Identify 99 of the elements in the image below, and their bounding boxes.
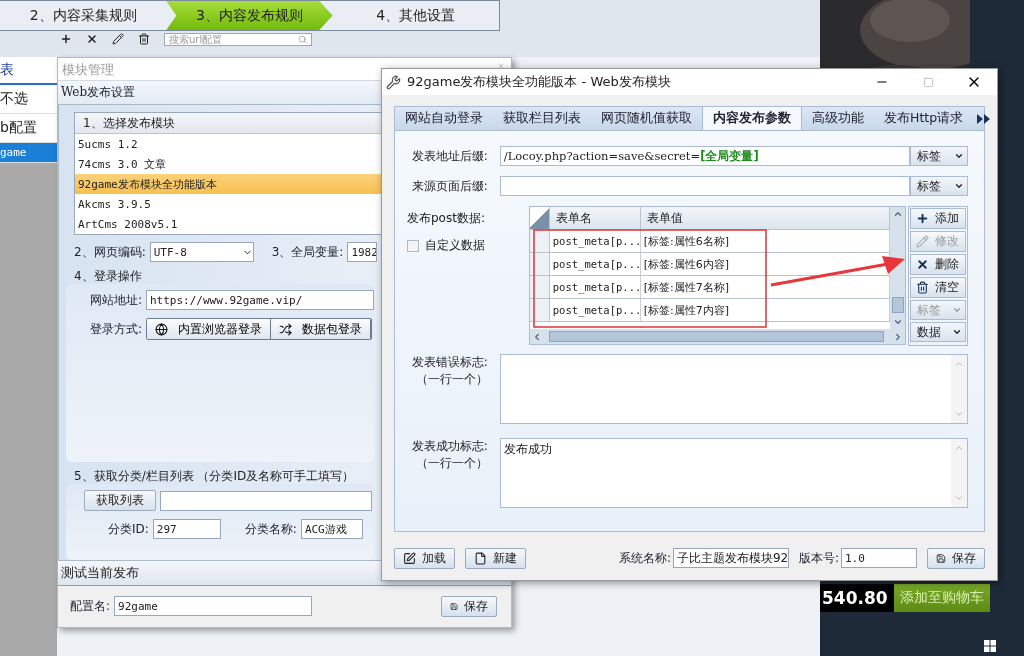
select-all-corner[interactable] — [529, 207, 550, 229]
encoding-select[interactable]: UTF-8 — [149, 242, 254, 263]
step-tab[interactable]: 4、其他设置 — [332, 1, 499, 30]
login-method-button[interactable]: 数据包登录 — [271, 319, 371, 340]
tag-dropdown[interactable]: 标签 — [910, 176, 968, 196]
category-list-field[interactable] — [160, 490, 372, 511]
field-label: 发表错误标志: — [411, 354, 488, 371]
save-button[interactable]: 保存 — [441, 595, 497, 617]
save-icon — [936, 551, 946, 565]
global-var-label: 3、全局变量: — [271, 243, 344, 261]
caret-icon — [954, 151, 964, 161]
global-var-field[interactable]: 1982 — [347, 242, 378, 263]
close-icon[interactable] — [86, 33, 98, 45]
action-button[interactable]: 删除 — [910, 254, 966, 275]
horizontal-scrollbar[interactable] — [529, 329, 905, 344]
search-icon — [298, 35, 307, 44]
table-cell: post_meta[p... — [549, 253, 641, 275]
maximize-icon — [922, 76, 934, 88]
vertical-scrollbar[interactable] — [890, 207, 905, 329]
section-heading: 4、登录操作 — [74, 268, 143, 285]
checkbox-label: 自定义数据 — [425, 237, 485, 254]
tab[interactable]: 网站自动登录 — [395, 107, 493, 130]
edit-icon — [403, 551, 416, 565]
tab[interactable]: 高级功能 — [802, 107, 874, 130]
system-name-field[interactable]: 子比主题发布模块92 — [672, 548, 789, 568]
trash-icon[interactable] — [138, 33, 150, 45]
scrollbar-thumb[interactable] — [548, 331, 884, 342]
field-hint: （一行一个） — [415, 371, 488, 388]
module-item[interactable]: ArtCms 2008v5.1 — [75, 214, 381, 235]
table-cell: post_meta[p... — [549, 276, 641, 298]
tag-dropdown[interactable]: 标签 — [910, 146, 968, 166]
field-label: 来源页面后缀: — [410, 177, 489, 195]
module-item[interactable]: 5ucms 1.2 — [75, 134, 381, 155]
window-title: 模块管理 — [62, 61, 114, 79]
login-method-button[interactable]: 内置浏览器登录 — [147, 319, 271, 340]
system-name-label: 系统名称: — [618, 549, 671, 567]
scroll-down-icon[interactable] — [892, 317, 903, 327]
module-item[interactable]: 74cms 3.0 文章 — [75, 154, 381, 175]
tab[interactable]: 获取栏目列表 — [493, 107, 591, 130]
row-header[interactable] — [529, 276, 550, 298]
globe-icon — [155, 322, 168, 336]
field-hint: （一行一个） — [415, 455, 488, 472]
field-label: 发表地址后缀: — [410, 147, 489, 165]
config-name-field[interactable]: 92game — [114, 596, 313, 617]
module-item[interactable]: 92game发布模块全功能版本 — [75, 174, 381, 195]
config-name-label: 配置名: — [70, 597, 111, 615]
action-button[interactable]: 清空 — [910, 277, 966, 298]
section-heading: 5、获取分类/栏目列表 （分类ID及名称可手工填写） — [74, 468, 356, 485]
load-button[interactable]: 加载 — [394, 547, 455, 569]
close-icon — [916, 258, 929, 271]
tab[interactable]: 内容发布参数 — [702, 107, 802, 130]
version-field[interactable]: 1.0 — [841, 548, 917, 568]
login-method-label: 登录方式: — [88, 320, 142, 338]
shuffle-icon — [279, 322, 292, 336]
website-address-field[interactable]: https://www.92game.vip/ — [146, 290, 374, 311]
tab[interactable]: 发布Http请求 — [874, 107, 974, 130]
row-header[interactable] — [529, 299, 550, 321]
save-button[interactable]: 保存 — [927, 547, 985, 569]
row-header[interactable] — [529, 253, 550, 275]
step-tab[interactable]: 2、内容采集规则 — [0, 1, 167, 30]
pencil-icon[interactable] — [112, 33, 124, 45]
add-icon[interactable] — [60, 33, 72, 45]
category-id-label: 分类ID: — [108, 520, 149, 538]
column-header[interactable]: 表单值 — [640, 207, 890, 229]
scrollbar-thumb[interactable] — [891, 297, 904, 313]
column-header[interactable]: 表单名 — [549, 207, 641, 229]
action-button[interactable]: 添加 — [910, 208, 966, 229]
file-icon — [474, 551, 487, 565]
list-heading: 1、选择发布模块 — [75, 113, 381, 135]
version-label: 版本号: — [798, 549, 839, 567]
windows-icon[interactable] — [984, 640, 996, 652]
trash-icon — [916, 281, 929, 294]
category-name-label: 分类名称: — [244, 520, 297, 538]
scroll-up-icon[interactable] — [892, 209, 903, 219]
caret-icon — [952, 305, 962, 315]
text-field[interactable] — [499, 176, 911, 196]
caret-icon — [954, 181, 964, 191]
fetch-list-button[interactable]: 获取列表 — [84, 490, 156, 512]
sidebar-item[interactable]: game — [0, 143, 57, 163]
price-text: 540.80 — [820, 584, 894, 612]
table-cell: post_meta[p... — [549, 299, 641, 321]
category-id-field[interactable]: 297 — [152, 519, 221, 540]
step-tab[interactable]: 3、内容发布规则 — [166, 1, 333, 30]
dropdown-button[interactable]: 数据 — [910, 322, 966, 342]
url-label: 网站地址: — [88, 291, 142, 309]
module-item[interactable]: Akcms 3.9.5 — [75, 194, 381, 215]
plus-icon — [916, 212, 929, 225]
caret-icon — [952, 327, 962, 337]
text-field[interactable]: /Locoy.php?action=save&secret=[全局变量] — [499, 146, 911, 166]
pencil-icon — [916, 235, 929, 248]
new-button[interactable]: 新建 — [465, 547, 526, 569]
tools-icon — [386, 74, 401, 90]
checkbox[interactable] — [407, 239, 419, 252]
table-cell: post_meta[p... — [549, 230, 641, 252]
field-label: 发表成功标志: — [411, 438, 488, 455]
category-name-field[interactable]: ACG游戏 — [300, 519, 363, 540]
tab[interactable]: 网页随机值获取 — [591, 107, 702, 130]
post-data-label: 发布post数据: — [407, 210, 486, 227]
encoding-label: 2、网页编码: — [74, 243, 146, 261]
